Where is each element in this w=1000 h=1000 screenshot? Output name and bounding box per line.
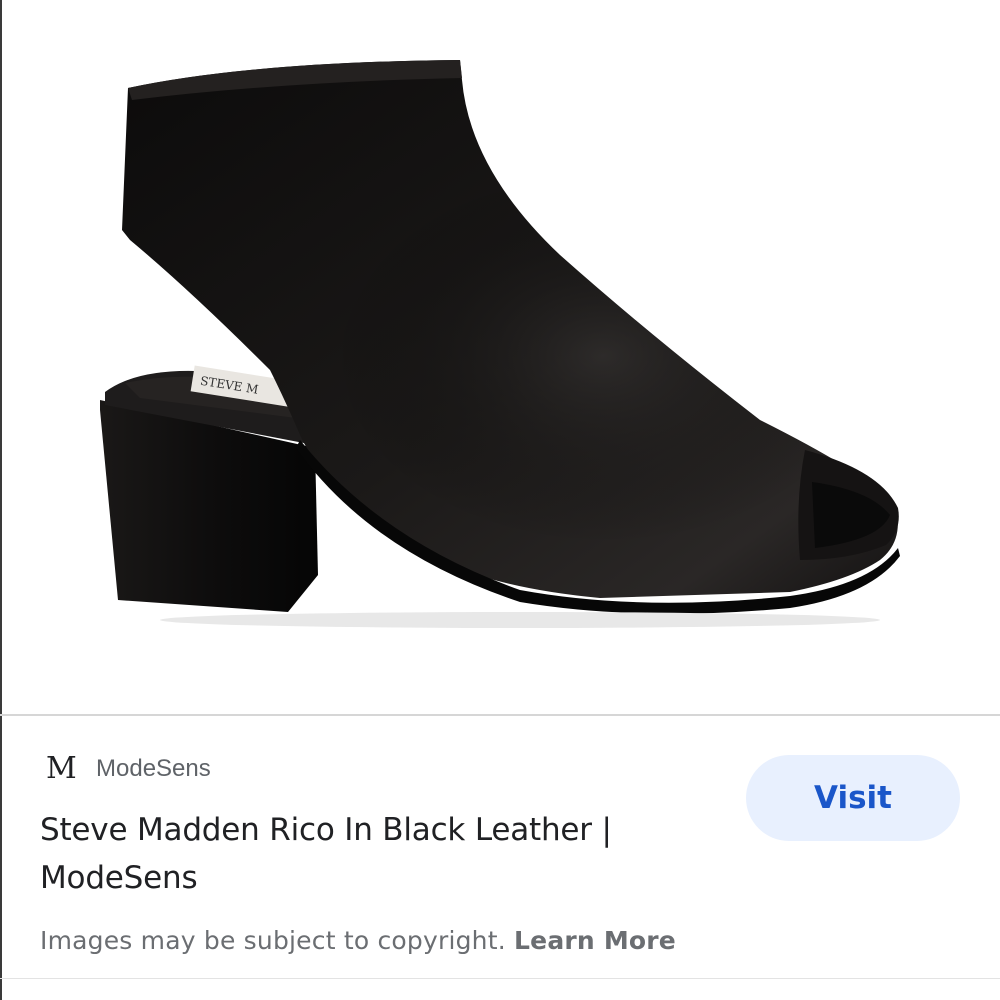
source-row[interactable]: M ModeSens bbox=[46, 752, 211, 786]
source-name: ModeSens bbox=[96, 755, 211, 782]
result-title[interactable]: Steve Madden Rico In Black Leather | Mod… bbox=[40, 806, 680, 902]
copyright-notice: Images may be subject to copyright. Lear… bbox=[40, 922, 676, 960]
divider bbox=[0, 714, 1000, 716]
result-title-line-2: ModeSens bbox=[40, 860, 198, 896]
source-logo: M bbox=[46, 751, 77, 786]
learn-more-link[interactable]: Learn More bbox=[514, 926, 676, 955]
product-image[interactable]: STEVE M bbox=[0, 0, 1000, 714]
bottom-divider bbox=[0, 978, 1000, 979]
shoe-illustration: STEVE M bbox=[100, 60, 900, 628]
copyright-text: Images may be subject to copyright. bbox=[40, 926, 506, 955]
visit-button[interactable]: Visit bbox=[746, 755, 960, 841]
left-edge bbox=[0, 0, 2, 1000]
result-title-line-1: Steve Madden Rico In Black Leather | bbox=[40, 812, 612, 848]
